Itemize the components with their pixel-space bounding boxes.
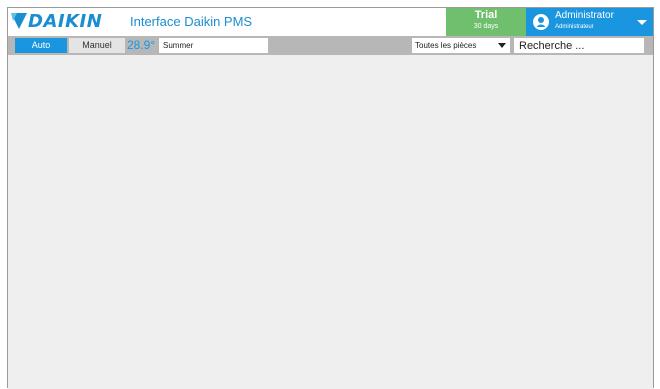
logo-text: DAIKIN [28, 11, 103, 32]
user-menu[interactable]: Administrator Administrateur [526, 8, 653, 36]
main-content [8, 55, 653, 389]
chevron-down-icon [498, 43, 506, 48]
app-title: Interface Daikin PMS [130, 14, 253, 29]
room-filter-value: Toutes les pièces [415, 41, 477, 50]
trial-days: 30 days [473, 23, 499, 30]
header: DAIKIN Interface Daikin PMS Trial 30 day… [8, 8, 653, 37]
trial-label: Trial [474, 9, 498, 21]
user-icon [533, 14, 549, 30]
daikin-logo-icon [11, 13, 27, 29]
user-name: Administrator [555, 10, 614, 21]
mode-auto-button[interactable]: Auto [15, 38, 67, 53]
chevron-down-icon[interactable] [637, 20, 647, 25]
season-field[interactable] [159, 38, 268, 53]
mode-manual-button[interactable]: Manuel [69, 38, 125, 53]
user-role: Administrateur [555, 24, 594, 30]
app-frame: DAIKIN Interface Daikin PMS Trial 30 day… [7, 7, 654, 389]
trial-badge: Trial 30 days [446, 8, 526, 36]
daikin-logo: DAIKIN [8, 10, 128, 34]
room-filter-select[interactable]: Toutes les pièces [412, 38, 510, 53]
search-input[interactable] [514, 38, 644, 53]
toolbar: Auto Manuel 28.9° Toutes les pièces [8, 36, 653, 55]
outdoor-temperature: 28.9° [127, 38, 156, 52]
